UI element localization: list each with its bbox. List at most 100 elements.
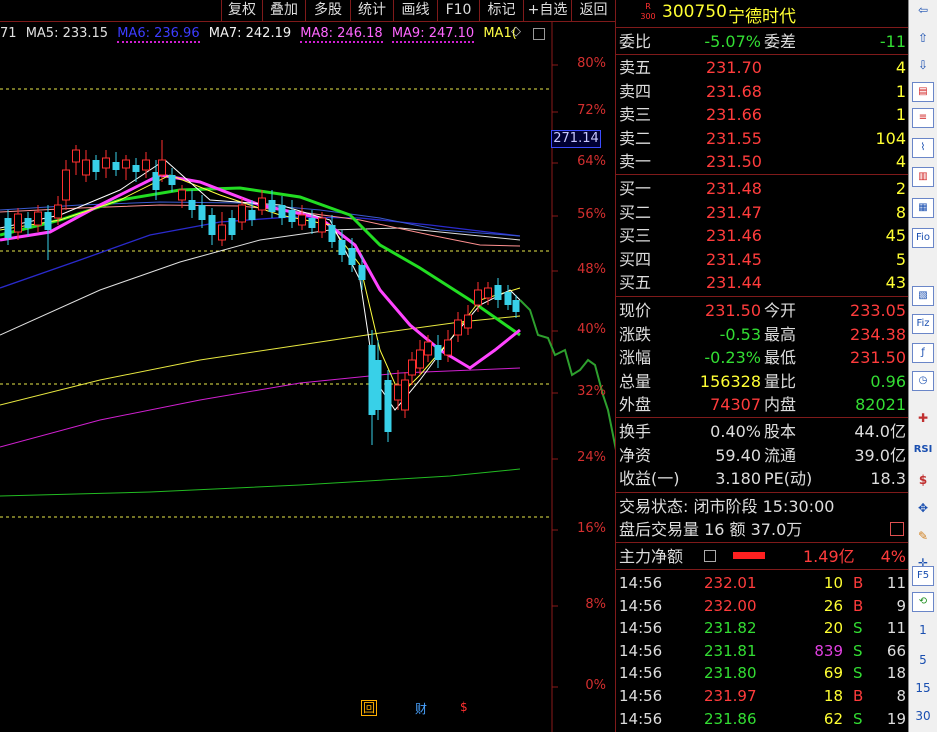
list-icon[interactable]: ≡ [912, 108, 934, 128]
divider [616, 417, 909, 418]
candle-body [14, 213, 22, 233]
candle-body [504, 292, 512, 305]
stat-value: 59.40 [715, 445, 761, 465]
tick-price: 232.00 [704, 596, 757, 615]
refresh-icon[interactable]: ⟲ [912, 592, 934, 612]
bid-label: 买三 [619, 226, 652, 246]
candle-icon[interactable]: ▥ [912, 167, 934, 187]
candle-body [288, 210, 296, 222]
candle-body [374, 360, 382, 410]
candle-body [4, 218, 12, 238]
arrow-down-icon[interactable]: ⇩ [912, 55, 934, 75]
candle-body [72, 149, 80, 163]
ma-legend-toggle-icon[interactable] [533, 28, 545, 40]
candle-body [318, 217, 326, 233]
trend-icon[interactable]: ⌇ [912, 138, 934, 158]
arrow-up-icon[interactable]: ⇧ [912, 28, 934, 48]
rsi-icon[interactable]: RSI [912, 440, 934, 460]
bid-price: 231.48 [706, 179, 762, 198]
candle-body [208, 215, 216, 235]
dollar-icon[interactable]: $ [912, 470, 934, 490]
add-favorite-button[interactable]: +自选 [523, 0, 571, 21]
kline-icon[interactable]: ▤ [912, 82, 934, 102]
ask-row[interactable]: 卖二 231.55 104 [616, 127, 909, 150]
divider [616, 492, 909, 493]
pct-label: 24% [577, 450, 606, 465]
bid-row[interactable]: 买二 231.47 8 [616, 201, 909, 224]
candle-body [238, 204, 246, 223]
quote-value2: 233.05 [850, 301, 906, 320]
crosshair-price-marker: 271.14 [551, 130, 601, 148]
statistics-button[interactable]: 统计 [350, 0, 393, 21]
quote-value2: 231.50 [850, 348, 906, 368]
candle-body [268, 200, 276, 212]
ask-row[interactable]: 卖四 231.68 1 [616, 80, 909, 103]
back-button[interactable]: 返回 [571, 0, 615, 21]
divider [616, 569, 909, 570]
candle-body [454, 319, 462, 336]
f7-icon[interactable]: ƒ [912, 343, 934, 363]
candle-body [464, 314, 472, 329]
pct-label: 40% [577, 322, 606, 337]
candle-body [102, 157, 110, 169]
tick-side: S [853, 619, 863, 638]
candle-body [142, 159, 150, 171]
quote-label: 现价 [619, 301, 652, 320]
period-30[interactable]: 30 [912, 706, 934, 726]
kline-chart[interactable] [0, 0, 615, 732]
candle-body [82, 159, 90, 176]
grid-icon[interactable]: ▦ [912, 198, 934, 218]
chart-toolbar: 复权 叠加 多股 统计 画线 F10 标记 +自选 返回 [0, 0, 615, 22]
stat-value: 3.180 [715, 469, 761, 489]
tick-row: 14:56 231.82 20 S 11 [616, 617, 909, 640]
list-icon[interactable] [704, 550, 716, 562]
tick-row: 14:56 231.86 62 S 19 [616, 708, 909, 731]
period-15[interactable]: 15 [912, 678, 934, 698]
ask-price: 231.50 [706, 152, 762, 172]
f10-button[interactable]: F10 [437, 0, 479, 21]
pen-icon[interactable]: ✎ [912, 526, 934, 546]
dividend-marker[interactable]: $ [460, 700, 468, 714]
mark-button[interactable]: 标记 [479, 0, 523, 21]
diff-value: -11 [879, 32, 906, 51]
restore-icon[interactable]: 回 [361, 700, 377, 716]
f10-icon[interactable]: Fio [912, 228, 934, 248]
bid-row[interactable]: 买五 231.44 43 [616, 271, 909, 294]
f5-icon[interactable]: F5 [912, 566, 934, 586]
ask-row[interactable]: 卖五 231.70 4 [616, 56, 909, 79]
stat-label2: PE(动) [764, 469, 813, 489]
candle-body [92, 160, 100, 172]
tick-row: 14:56 232.00 26 B 9 [616, 595, 909, 618]
indicator-icon[interactable]: ✚ [912, 408, 934, 428]
move-icon[interactable]: ✥ [912, 498, 934, 518]
fuquan-button[interactable]: 复权 [221, 0, 262, 21]
bid-row[interactable]: 买一 231.48 2 [616, 177, 909, 200]
ask-row[interactable]: 卖三 231.66 1 [616, 103, 909, 126]
bid-row[interactable]: 买三 231.46 45 [616, 224, 909, 247]
ma-settings-icon[interactable]: ◇ [511, 24, 521, 39]
bid-volume: 45 [885, 226, 906, 246]
period-5[interactable]: 5 [912, 650, 934, 670]
ask-price: 231.68 [706, 81, 762, 101]
ask-row[interactable]: 卖一 231.50 4 [616, 150, 909, 173]
draw-line-button[interactable]: 画线 [393, 0, 437, 21]
f12-icon[interactable]: Fiz [912, 314, 934, 334]
quote-value: -0.23% [704, 348, 761, 368]
main-flow-label: 主力净额 [619, 547, 684, 566]
multi-stock-button[interactable]: 多股 [305, 0, 350, 21]
bid-label: 买二 [619, 202, 652, 222]
finance-marker[interactable]: 财 [415, 700, 427, 717]
ask-label: 卖一 [619, 152, 652, 172]
clock-icon[interactable]: ◷ [912, 371, 934, 391]
overlay-button[interactable]: 叠加 [262, 0, 305, 21]
bid-price: 231.47 [706, 202, 762, 222]
tick-count: 18 [886, 664, 906, 683]
arrow-left-icon[interactable]: ⇦ [912, 0, 934, 20]
candle-body [484, 287, 492, 299]
candle-body [248, 210, 256, 220]
chart-icon[interactable] [890, 522, 904, 536]
period-1[interactable]: 1 [912, 620, 934, 640]
news-icon[interactable]: ▧ [912, 286, 934, 306]
bid-row[interactable]: 买四 231.45 5 [616, 248, 909, 271]
tick-row: 14:56 232.01 10 B 11 [616, 572, 909, 595]
